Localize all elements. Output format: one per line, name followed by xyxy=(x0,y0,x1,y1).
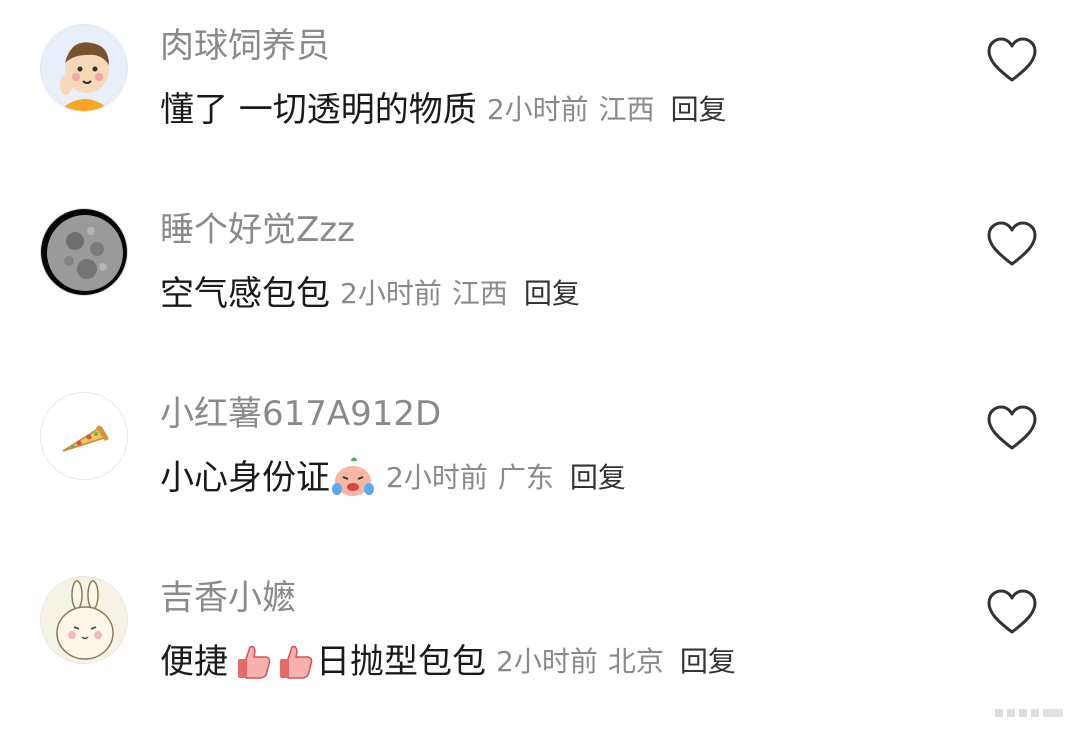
cartoon-boy-avatar xyxy=(41,25,127,111)
comment-region: 江西 xyxy=(598,93,655,126)
avatar[interactable] xyxy=(40,208,128,296)
comment-item: 肉球饲养员 懂了 一切透明的物质 2小时前 江西 回复 xyxy=(0,0,1073,184)
comment-line: 小心身份证 2小时前 广东 回复 xyxy=(160,456,626,500)
comment-text-before: 便捷 xyxy=(160,642,228,682)
thumbs-up-emoji xyxy=(280,645,313,679)
heart-outline-icon[interactable] xyxy=(986,36,1038,84)
watermark-icon xyxy=(995,709,1063,717)
username[interactable]: 吉香小嬷 xyxy=(160,578,296,618)
username[interactable]: 肉球饲养员 xyxy=(160,26,330,66)
comment-line: 空气感包包 2小时前 江西 回复 xyxy=(160,272,580,316)
heart-outline-icon[interactable] xyxy=(986,588,1038,636)
comment-time: 2小时前 xyxy=(486,93,589,126)
avatar[interactable] xyxy=(40,392,128,480)
heart-outline-icon[interactable] xyxy=(986,404,1038,452)
comment-item: 小红薯617A912D 小心身份证 2小时前 广东 回复 xyxy=(0,368,1073,552)
comment-text: 懂了 一切透明的物质 xyxy=(160,90,477,130)
comment-line: 懂了 一切透明的物质 2小时前 江西 回复 xyxy=(160,88,727,132)
avatar[interactable] xyxy=(40,24,128,112)
username[interactable]: 小红薯617A912D xyxy=(160,394,441,434)
crying-emoji xyxy=(332,457,374,496)
moon-avatar xyxy=(41,209,127,295)
comment-item: 睡个好觉Zzz 空气感包包 2小时前 江西 回复 xyxy=(0,184,1073,368)
comment-text-after: 日抛型包包 xyxy=(316,642,486,682)
bunny-avatar xyxy=(41,577,127,663)
avatar[interactable] xyxy=(40,576,128,664)
comment-item: 吉香小嬷 便捷 日抛型包包 2小时前 北京 回复 xyxy=(0,552,1073,736)
comment-time: 2小时前 xyxy=(386,461,488,494)
reply-button[interactable]: 回复 xyxy=(680,640,736,684)
comment-time: 2小时前 xyxy=(496,645,598,678)
thumbs-up-emoji xyxy=(238,645,271,679)
comment-region: 广东 xyxy=(497,461,554,494)
reply-button[interactable]: 回复 xyxy=(570,456,626,500)
username[interactable]: 睡个好觉Zzz xyxy=(160,210,355,250)
pizza-avatar xyxy=(41,393,127,479)
comment-text: 空气感包包 xyxy=(160,274,330,314)
reply-button[interactable]: 回复 xyxy=(671,88,727,132)
comment-region: 江西 xyxy=(451,277,508,310)
comment-region: 北京 xyxy=(607,645,664,678)
comment-text: 小心身份证 xyxy=(160,458,330,498)
comment-time: 2小时前 xyxy=(340,277,442,310)
heart-outline-icon[interactable] xyxy=(986,220,1038,268)
comment-line: 便捷 日抛型包包 2小时前 北京 回复 xyxy=(160,640,736,684)
reply-button[interactable]: 回复 xyxy=(524,272,580,316)
